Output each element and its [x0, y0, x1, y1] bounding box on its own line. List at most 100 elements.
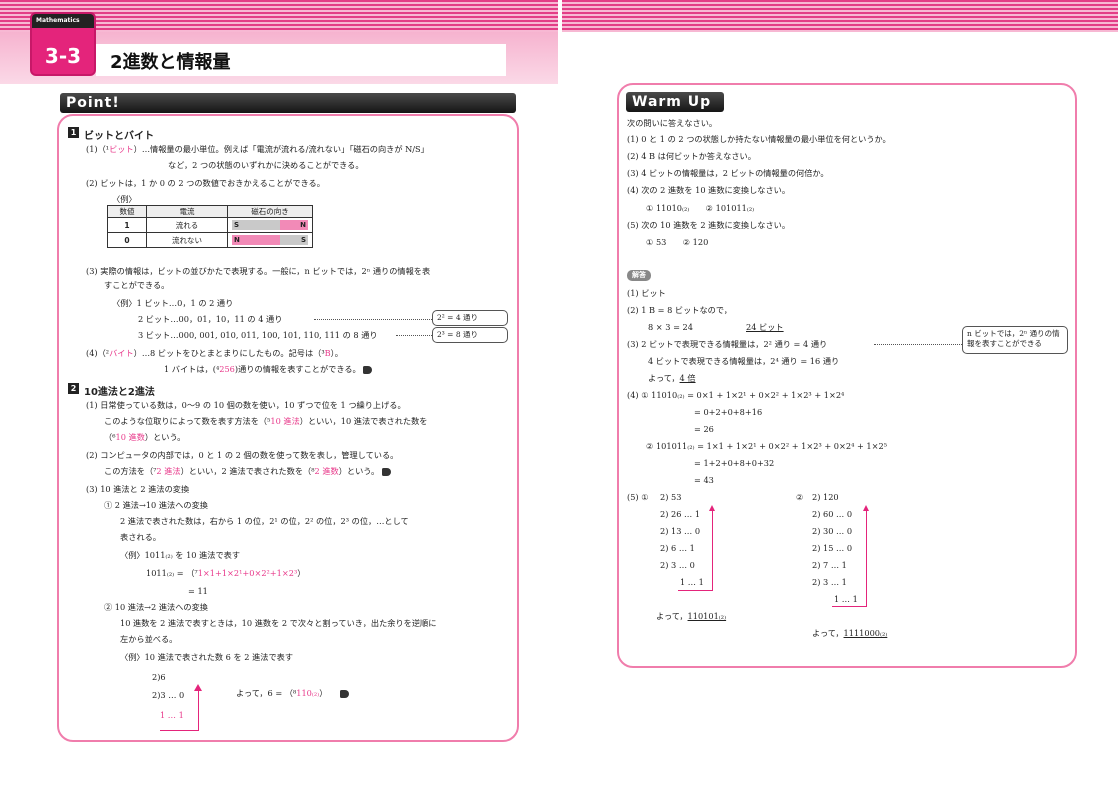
division-step-1: 2)6 [152, 672, 166, 682]
point-line-15: この方法を（⁷2 進法）といい，2 進法で表された数を（⁸2 進数）という。 [104, 466, 391, 477]
callout-8-ways: 2³ = 8 通り [432, 327, 508, 343]
division-row: 2) 3 … 1 [812, 577, 847, 587]
division-row: 2) 30 … 0 [812, 526, 853, 536]
question-3: (3) 4 ビットの情報量は，2 ビットの情報量の何倍か。 [627, 168, 829, 178]
example-label-1: 〈例〉 [112, 194, 137, 204]
subject-tag: Mathematics [32, 14, 94, 28]
question-5-items: ① 53 ② 120 [646, 237, 709, 247]
point-line-17: ① 2 進法→10 進法への変換 [104, 500, 208, 510]
blank-8-answer: 2 進数 [314, 466, 339, 476]
point-line-13: （⁶10 進数）という。 [104, 432, 186, 442]
answer-4-2: ② 101011₍₂₎ = 1×1 + 1×2¹ + 0×2² + 1×2³ +… [646, 441, 887, 451]
callout-n-bits: n ビットでは，2ⁿ 通りの情報を表すことができる [962, 326, 1068, 354]
question-2: (2) 4 B は何ビットか答えなさい。 [627, 151, 756, 161]
question-1: (1) 0 と 1 の 2 つの状態しか持たない情報量の最小単位を何というか。 [627, 134, 891, 144]
reverse-arrow-base [678, 590, 713, 591]
section-1-title: ビットとバイト [84, 131, 154, 142]
speaker-icon[interactable] [363, 366, 373, 374]
reverse-arrow-base [160, 730, 199, 731]
answer-4-1-result: = 26 [694, 424, 714, 434]
division-step-3: 1 … 1 [160, 710, 184, 720]
page-title: 2進数と情報量 [110, 52, 231, 73]
warmup-ribbon: Warm Up [626, 92, 724, 112]
point-line-6: 〈例〉1 ビット…0，1 の 2 通り [112, 298, 234, 308]
answer-5-2-label: ② [796, 492, 804, 502]
blank-6-answer: 10 進数 [115, 432, 145, 442]
callout-leader-2 [396, 335, 432, 337]
blank-8-result: 110₍₂₎ [296, 688, 320, 698]
table-cell: S N [227, 217, 313, 233]
reverse-arrow-line [198, 690, 199, 730]
section-1-number: 1 [68, 127, 79, 138]
blank-4-answer: 256 [219, 364, 235, 374]
table-header-cell: 電流 [146, 205, 228, 218]
reverse-arrow-line [712, 510, 713, 590]
answer-4-1: (4) ① 11010₍₂₎ = 0×1 + 1×2¹ + 0×2² + 1×2… [627, 390, 845, 400]
point-line-27: よって，6 = （⁸110₍₂₎） [236, 688, 350, 699]
blank-7-answer: 2 進法 [156, 466, 181, 476]
reverse-arrow-line [866, 510, 867, 606]
point-line-21: 1011₍₂₎ = （⁷1×1+1×2¹+0×2²+1×2³） [146, 568, 306, 578]
magnet-icon: N S [232, 235, 308, 245]
answer-3-line-2: 4 ビットで表現できる情報量は，2⁴ 通り = 16 通り [648, 356, 840, 366]
answer-5-2-result: よって，1111000₍₂₎ [812, 628, 888, 638]
division-row: 1 … 1 [834, 594, 858, 604]
answer-2-calc: 8 × 3 = 24 [648, 322, 693, 332]
table-cell: 0 [107, 232, 147, 248]
point-line-12: このような位取りによって数を表す方法を（⁵10 進法）といい，10 進法で表され… [104, 416, 428, 426]
point-line-2: など，2 つの状態のいずれかに決めることができる。 [168, 160, 364, 170]
answer-5-label: (5) ① [627, 492, 649, 502]
table-cell: N S [227, 232, 313, 248]
division-step-2: 2)3 … 0 [152, 690, 185, 700]
blank-7-formula: 1×1+1×2¹+0×2²+1×2³ [197, 568, 298, 578]
point-line-9: (4)（²バイト）…8 ビットをひとまとまりにしたもの。記号は（³B）。 [86, 348, 343, 358]
magnet-icon: S N [232, 220, 308, 230]
answer-2-result: 24 ビット [746, 322, 784, 332]
section-2-title: 10進法と2進法 [84, 387, 155, 398]
point-line-16: (3) 10 進法と 2 進法の変換 [86, 484, 190, 494]
division-row: 2) 26 … 1 [660, 509, 701, 519]
table-cell: 流れる [146, 217, 228, 233]
table-cell: 1 [107, 217, 147, 233]
point-line-14: (2) コンピュータの内部では，0 と 1 の 2 個の数を使って数を表し，管理… [86, 450, 399, 460]
division-row: 2) 120 [812, 492, 839, 502]
reverse-arrow-base [832, 606, 867, 607]
table-header-row: 数値 電流 磁石の向き [107, 205, 313, 218]
point-line-26: 〈例〉10 進法で表された数 6 を 2 進法で表す [120, 652, 294, 662]
point-ribbon: Point! [60, 93, 516, 113]
arrow-up-icon [194, 684, 202, 691]
table-header-cell: 数値 [107, 205, 147, 218]
section-number: 3-3 [44, 44, 82, 68]
point-line-19: 表される。 [120, 532, 161, 542]
callout-leader-1 [314, 319, 432, 321]
division-row: 2) 53 [660, 492, 682, 502]
table-header-cell: 磁石の向き [227, 205, 313, 218]
point-line-11: (1) 日常使っている数は，0〜9 の 10 個の数を使い，10 ずつで位を 1… [86, 400, 406, 410]
table-row: 1 流れる S N [107, 217, 313, 233]
speaker-icon[interactable] [381, 468, 391, 476]
arrow-up-icon [709, 505, 715, 511]
point-line-20: 〈例〉1011₍₂₎ を 10 進法で表す [120, 550, 241, 560]
answer-badge: 解答 [627, 270, 651, 281]
arrow-up-icon [863, 505, 869, 511]
blank-2-answer: バイト [109, 348, 134, 358]
callout-leader-3 [874, 344, 962, 346]
page-gutter [558, 0, 562, 35]
division-row: 1 … 1 [680, 577, 704, 587]
point-line-25: 左から並べる。 [120, 634, 178, 644]
point-line-23: ② 10 進法→2 進法への変換 [104, 602, 208, 612]
speaker-icon[interactable] [340, 690, 350, 698]
question-5: (5) 次の 10 進数を 2 進数に変換しなさい。 [627, 220, 791, 230]
answer-2: (2) 1 B = 8 ビットなので， [627, 305, 732, 315]
point-line-7: 2 ビット…00，01，10，11 の 4 通り [138, 314, 283, 324]
answer-5-1-result: よって，110101₍₂₎ [656, 611, 727, 621]
table-cell: 流れない [146, 232, 228, 248]
division-row: 2) 7 … 1 [812, 560, 847, 570]
callout-4-ways: 2² = 4 通り [432, 310, 508, 326]
point-line-22: = 11 [188, 586, 208, 596]
answer-4-2-step: = 1+2+0+8+0+32 [694, 458, 775, 468]
answer-3-line-3: よって，4 倍 [648, 373, 696, 383]
point-line-18: 2 進法で表された数は，右から 1 の位，2¹ の位，2² の位，2³ の位，…… [120, 516, 409, 526]
question-4: (4) 次の 2 進数を 10 進数に変換しなさい。 [627, 185, 791, 195]
blank-1-answer: ビット [109, 144, 134, 154]
